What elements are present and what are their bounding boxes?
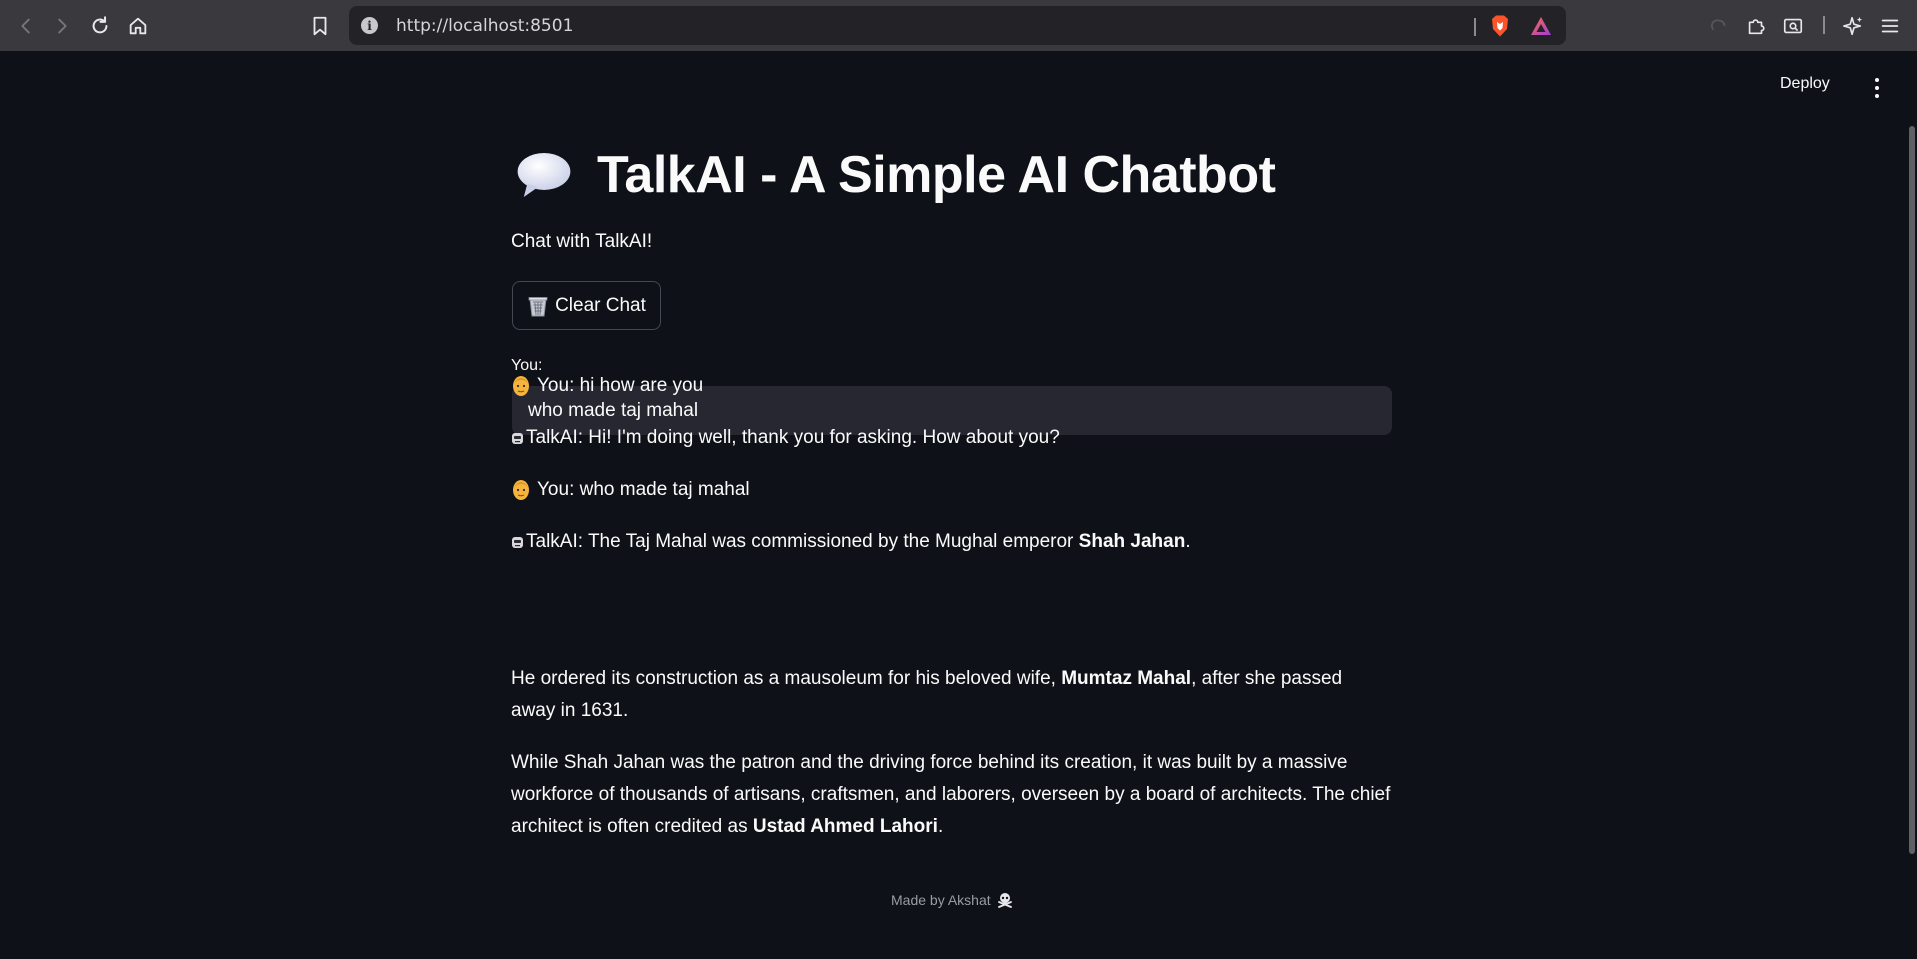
toolbar-divider (1823, 16, 1825, 34)
address-bar[interactable]: i http://localhost:8501 (349, 6, 1566, 45)
title-row: TalkAI - A Simple AI Chatbot (511, 140, 1276, 210)
menu-icon[interactable] (1876, 12, 1904, 40)
chat-message: You: who made taj mahal (511, 474, 1391, 506)
speech-balloon-icon (511, 145, 577, 205)
message-text: You: hi how are you (537, 375, 704, 396)
chat-message: You: hi how are you (511, 370, 1391, 402)
robot-face-icon (512, 536, 523, 548)
clear-chat-label: Clear Chat (555, 294, 646, 316)
wastebasket-icon (528, 296, 548, 316)
message-text: You: who made taj mahal (537, 479, 750, 500)
site-info-icon[interactable]: i (361, 17, 378, 34)
page-title: TalkAI - A Simple AI Chatbot (597, 146, 1276, 204)
message-text: TalkAI: The Taj Mahal was commissioned b… (526, 531, 1191, 552)
skull-crossbones-icon (997, 893, 1012, 908)
main-menu-icon[interactable] (1871, 78, 1883, 98)
wallet-icon[interactable] (1779, 12, 1807, 40)
back-icon[interactable] (12, 12, 40, 40)
reload-icon[interactable] (86, 12, 114, 40)
chat-message: TalkAI: The Taj Mahal was commissioned b… (511, 526, 1391, 558)
message-text: TalkAI: Hi! I'm doing well, thank you fo… (526, 427, 1060, 448)
scrollbar[interactable] (1909, 126, 1915, 854)
url-divider (1474, 18, 1476, 36)
footer: Made by Akshat (891, 892, 1013, 908)
person-icon (513, 480, 529, 500)
browser-toolbar: i http://localhost:8501 (0, 0, 1917, 51)
clear-chat-button[interactable]: Clear Chat (512, 281, 661, 330)
brave-shields-icon[interactable] (1489, 14, 1511, 38)
chat-message: TalkAI: Hi! I'm doing well, thank you fo… (511, 422, 1391, 454)
forward-icon[interactable] (48, 12, 76, 40)
robot-face-icon (512, 432, 523, 444)
page-subtitle: Chat with TalkAI! (511, 231, 653, 252)
deploy-button[interactable]: Deploy (1780, 75, 1830, 93)
home-icon[interactable] (124, 12, 152, 40)
bookmark-icon[interactable] (306, 12, 334, 40)
footer-text: Made by Akshat (891, 892, 991, 908)
answer-paragraph: He ordered its construction as a mausole… (511, 668, 1343, 721)
extensions-icon[interactable] (1742, 12, 1770, 40)
leo-ai-icon[interactable] (1839, 12, 1867, 40)
sync-icon[interactable] (1705, 12, 1733, 40)
brave-rewards-icon[interactable] (1530, 15, 1552, 37)
url-text[interactable]: http://localhost:8501 (396, 16, 573, 36)
person-icon (513, 376, 529, 396)
answer-paragraph: While Shah Jahan was the patron and the … (511, 752, 1391, 837)
